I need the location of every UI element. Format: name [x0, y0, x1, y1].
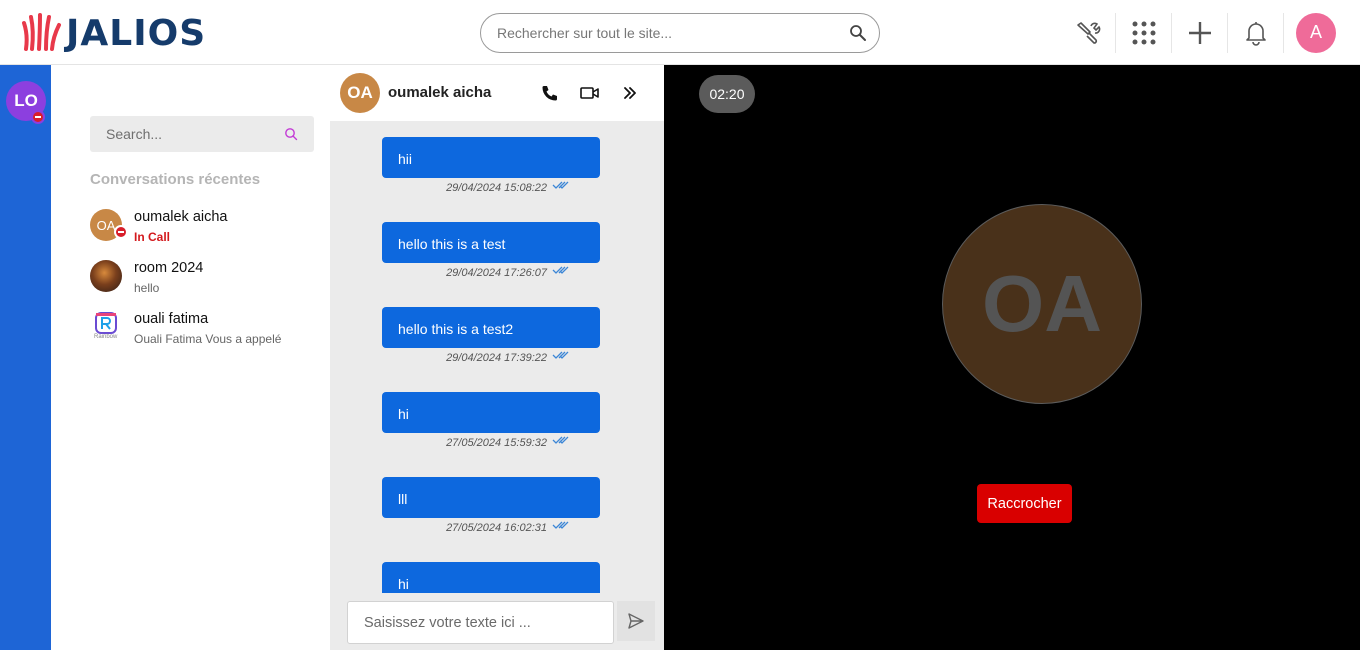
double-chevron-right-icon [624, 87, 636, 99]
conversation-name: ouali fatima [134, 311, 209, 327]
recent-conversations-heading: Conversations récentes [90, 171, 261, 188]
hang-up-button[interactable]: Raccrocher [977, 484, 1072, 523]
message-bubble[interactable]: hello this is a test2 [382, 307, 600, 348]
chat-side-strip: LO [0, 65, 51, 650]
remote-participant-avatar: OA [942, 204, 1142, 404]
call-timer: 02:20 [699, 75, 755, 113]
busy-status-icon [31, 110, 45, 124]
send-icon [628, 613, 644, 629]
conversation-item[interactable]: Rainbow ouali fatima Ouali Fatima Vous a… [90, 311, 320, 355]
rainbow-avatar: Rainbow [90, 311, 122, 343]
conversation-search [90, 116, 314, 152]
message-meta: 29/04/2024 15:08:22 [382, 178, 600, 196]
message-bubble[interactable]: hello this is a test [382, 222, 600, 263]
jalios-logo[interactable]: JALIOS [22, 12, 206, 54]
message-timestamp: 29/04/2024 15:08:22 [446, 182, 547, 194]
add-content-button[interactable] [1172, 12, 1228, 53]
conversation-name: oumalek aicha [134, 209, 228, 225]
conversation-search-input[interactable] [106, 116, 276, 152]
apps-grid-icon [1132, 21, 1155, 44]
chat-panel: OA oumalek aicha hii 29/04/2024 15:08:22… [330, 65, 664, 650]
conversation-last-message: Ouali Fatima Vous a appelé [134, 332, 282, 346]
logo-text: JALIOS [66, 12, 207, 54]
message-bubble[interactable]: hii [382, 137, 600, 178]
message-timestamp: 27/05/2024 15:59:32 [446, 437, 547, 449]
message-meta: 29/04/2024 17:39:22 [382, 348, 600, 366]
top-bar: JALIOS Rechercher sur tout le site... A [0, 0, 1360, 65]
search-icon[interactable] [849, 24, 867, 42]
search-icon[interactable] [284, 127, 298, 141]
chat-message: hii 29/04/2024 15:08:22 [382, 137, 600, 196]
admin-tools-button[interactable] [1060, 12, 1116, 53]
user-avatar[interactable]: A [1296, 12, 1336, 53]
bell-icon [1245, 21, 1266, 46]
wrench-icon [1076, 21, 1100, 44]
audio-call-button[interactable] [539, 83, 561, 103]
message-bubble[interactable]: hi [382, 392, 600, 433]
global-search-input[interactable] [497, 14, 837, 52]
video-call-button[interactable] [579, 83, 601, 103]
phone-icon [542, 86, 557, 101]
message-timestamp: 29/04/2024 17:39:22 [446, 352, 547, 364]
chat-message: lll 27/05/2024 16:02:31 [382, 477, 600, 536]
message-bubble[interactable]: hi [382, 562, 600, 593]
message-bubble[interactable]: lll [382, 477, 600, 518]
read-receipt-icon [552, 351, 569, 359]
chat-message: hi 27/05/2024 15:59:32 [382, 392, 600, 451]
conversation-item[interactable]: OA oumalek aicha In Call [90, 209, 320, 253]
message-timestamp: 27/05/2024 16:02:31 [446, 522, 547, 534]
jalios-logo-icon [22, 13, 61, 51]
chat-message: hello this is a test2 29/04/2024 17:39:2… [382, 307, 600, 366]
read-receipt-icon [552, 181, 569, 189]
conversation-item[interactable]: room 2024 hello [90, 260, 320, 304]
apps-menu-button[interactable] [1116, 12, 1172, 53]
read-receipt-icon [552, 266, 569, 274]
message-meta: 29/04/2024 17:26:07 [382, 263, 600, 281]
message-meta: 27/05/2024 16:02:31 [382, 518, 600, 536]
send-button[interactable] [617, 601, 655, 641]
conversation-status: In Call [134, 230, 171, 244]
contact-name: oumalek aicha [388, 84, 492, 101]
top-toolbar: A [1060, 0, 1360, 65]
plus-icon [1188, 21, 1211, 44]
message-meta: 27/05/2024 15:59:32 [382, 433, 600, 451]
chat-message: hi [382, 562, 600, 593]
read-receipt-icon [552, 436, 569, 444]
global-search [480, 13, 880, 53]
contact-avatar[interactable]: OA [340, 73, 380, 113]
chat-message: hello this is a test 29/04/2024 17:26:07 [382, 222, 600, 281]
message-timestamp: 29/04/2024 17:26:07 [446, 267, 547, 279]
busy-status-icon [114, 225, 128, 239]
expand-panel-button[interactable] [619, 83, 641, 103]
call-panel: 02:20 OA Raccrocher [664, 65, 1360, 650]
conversation-last-message: hello [134, 281, 160, 295]
chat-header: OA oumalek aicha [330, 65, 664, 121]
rainbow-logo-text: Rainbow [94, 334, 118, 340]
read-receipt-icon [552, 521, 569, 529]
conversations-panel: Conversations récentes OA oumalek aicha … [51, 65, 330, 650]
room-avatar [90, 260, 122, 292]
message-composer [330, 593, 664, 650]
conversation-name: room 2024 [134, 260, 204, 276]
notifications-button[interactable] [1228, 12, 1284, 53]
message-input[interactable] [347, 601, 614, 644]
video-camera-icon [580, 87, 599, 99]
